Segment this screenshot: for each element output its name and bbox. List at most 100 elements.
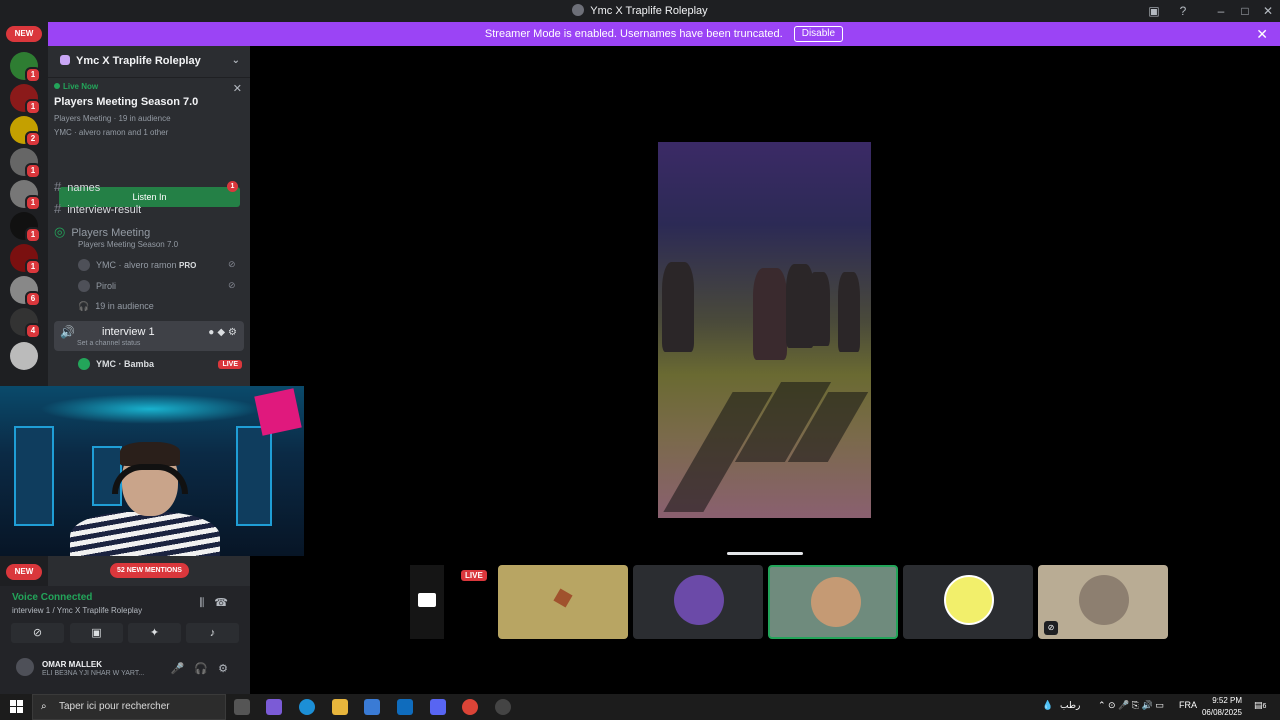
voice-channel-interview-1[interactable]: 🔊 interview 1 Set a channel status ●◆⚙ <box>54 321 244 351</box>
help-icon[interactable]: ? <box>1175 3 1191 19</box>
weather-label[interactable]: رطب <box>1060 700 1080 711</box>
server-icon[interactable]: 1 <box>10 180 41 211</box>
mentions-row: NEW 52 NEW MENTIONS <box>0 560 250 582</box>
live-title: Players Meeting Season 7.0 <box>54 96 199 108</box>
obs-icon[interactable] <box>495 699 511 715</box>
close-banner-icon[interactable]: ✕ <box>1256 22 1268 46</box>
user-status: ELI BE3NA YJI NHAR W YART... <box>42 670 145 677</box>
user-controls[interactable]: 🎤🎧⚙ <box>171 662 238 675</box>
discord-icon[interactable] <box>430 699 446 715</box>
channel-status[interactable]: Set a channel status <box>77 340 140 347</box>
avatar <box>78 259 90 271</box>
live-stage-card: Live Now ✕ Players Meeting Season 7.0 Pl… <box>54 82 244 207</box>
server-icon[interactable]: 1 <box>10 52 41 83</box>
server-guild-icon <box>60 55 70 65</box>
stage-member[interactable]: YMC · alvero ramon PRO <box>78 259 196 271</box>
participant-tile[interactable] <box>633 565 763 639</box>
user-name[interactable]: OMAR MALLEK <box>42 660 102 669</box>
avatar <box>553 588 573 608</box>
pro-tag: PRO <box>179 261 197 270</box>
avatar <box>1079 575 1129 625</box>
server-icon[interactable]: 4 <box>10 308 41 339</box>
server-icon[interactable]: 1 <box>10 212 41 243</box>
inbox-icon[interactable]: ▣ <box>1146 3 1162 19</box>
channel-interview-result[interactable]: # interview-result <box>54 201 244 216</box>
audience-count[interactable]: 🎧 19 in audience <box>78 301 154 312</box>
participant-tile[interactable] <box>498 565 628 639</box>
maximize-icon[interactable]: □ <box>1237 3 1253 19</box>
mention-badge: 1 <box>25 99 41 115</box>
server-icon[interactable]: 1 <box>10 84 41 115</box>
store-icon[interactable] <box>364 699 380 715</box>
disable-button[interactable]: Disable <box>793 26 844 42</box>
stage-member[interactable]: Piroli <box>78 280 116 292</box>
webcam-overlay <box>0 386 304 556</box>
speaker-icon: 🔊 <box>60 325 75 339</box>
hash-icon: # <box>54 179 62 194</box>
edge-icon[interactable] <box>299 699 315 715</box>
camera-off-button[interactable]: ⊘ <box>11 623 64 643</box>
stream-video[interactable] <box>658 142 871 518</box>
resize-handle[interactable] <box>727 552 803 555</box>
server-icon[interactable]: 2 <box>10 116 41 147</box>
server-icon[interactable]: 6 <box>10 276 41 307</box>
avatar <box>78 358 90 370</box>
stage-topic: Players Meeting Season 7.0 <box>78 240 179 249</box>
taskbar-search[interactable]: ⌕ Taper ici pour rechercher <box>32 694 226 720</box>
server-icon <box>572 4 585 16</box>
screen-share-button[interactable]: ▣ <box>70 623 123 643</box>
camera-off-icon: ⊘ <box>1044 621 1058 635</box>
server-icon[interactable] <box>10 342 38 370</box>
server-icon[interactable]: 1 <box>10 148 41 179</box>
soundboard-button[interactable]: ♪ <box>186 623 239 643</box>
weather-icon[interactable]: 💧 <box>1042 700 1053 711</box>
chrome-icon[interactable] <box>462 699 478 715</box>
language-indicator[interactable]: FRA <box>1179 700 1197 710</box>
notification-icon[interactable]: ▤6 <box>1254 700 1266 711</box>
channel-names[interactable]: # names 1 <box>54 179 244 194</box>
voice-connected-channel[interactable]: interview 1 / Ymc X Traplife Roleplay <box>12 606 142 615</box>
file-explorer-icon[interactable] <box>332 699 348 715</box>
clock[interactable]: 9:52 PM 06/08/2025 <box>1202 695 1242 719</box>
avatar[interactable] <box>16 658 34 676</box>
minimize-icon[interactable]: – <box>1213 3 1229 19</box>
participant-tile-speaking[interactable] <box>768 565 898 639</box>
close-window-icon[interactable]: ✕ <box>1260 3 1276 19</box>
mic-muted-icon: ⊘ <box>228 259 236 269</box>
server-header[interactable]: Ymc X Traplife Roleplay ⌄ <box>48 46 250 78</box>
live-now-label: Live Now <box>54 82 244 91</box>
mention-badge: 2 <box>25 131 41 147</box>
voice-connected-label[interactable]: Voice Connected <box>12 592 92 603</box>
participant-tile[interactable]: ⊘ <box>1038 565 1168 639</box>
new-badge[interactable]: NEW <box>6 26 42 42</box>
participant-tile[interactable] <box>903 565 1033 639</box>
server-icon[interactable]: 1 <box>10 244 41 275</box>
stream-preview-tile[interactable] <box>410 565 444 639</box>
new-mentions-pill[interactable]: 52 NEW MENTIONS <box>110 563 189 578</box>
copilot-icon[interactable] <box>266 699 282 715</box>
avatar <box>811 577 861 627</box>
new-badge[interactable]: NEW <box>6 564 42 580</box>
voice-channel-actions[interactable]: ●◆⚙ <box>208 327 240 338</box>
stream-stage: LIVE ⊘ <box>250 46 1280 694</box>
task-view-icon[interactable] <box>234 699 250 715</box>
mention-badge: 1 <box>25 227 41 243</box>
close-icon[interactable]: ✕ <box>233 82 242 95</box>
voice-controls[interactable]: ⫼☎ <box>199 596 238 610</box>
mention-badge: 1 <box>25 67 41 83</box>
stage-channel-players-meeting[interactable]: ◎ Players Meeting <box>54 224 244 240</box>
mention-badge: 6 <box>25 291 41 307</box>
streamer-mode-banner: Streamer Mode is enabled. Usernames have… <box>48 22 1280 46</box>
voice-member[interactable]: YMC · Bamba <box>78 358 154 370</box>
activities-button[interactable]: ✦ <box>128 623 181 643</box>
window-title: Ymc X Traplife Roleplay <box>0 4 1280 17</box>
windows-taskbar: ⌕ Taper ici pour rechercher 💧 رطب ⌃ ⊙ 🎤 … <box>0 694 1280 720</box>
mention-badge: 1 <box>25 195 41 211</box>
headphones-icon: 🎧 <box>78 301 90 311</box>
live-tag: LIVE <box>218 360 242 369</box>
chevron-down-icon[interactable]: ⌄ <box>232 55 240 66</box>
tray-icons[interactable]: ⌃ ⊙ 🎤 ⎘ 🔊 ▭ <box>1098 700 1164 711</box>
windows-start-icon[interactable] <box>10 700 24 714</box>
mic-muted-icon: ⊘ <box>228 280 236 290</box>
outlook-icon[interactable] <box>397 699 413 715</box>
